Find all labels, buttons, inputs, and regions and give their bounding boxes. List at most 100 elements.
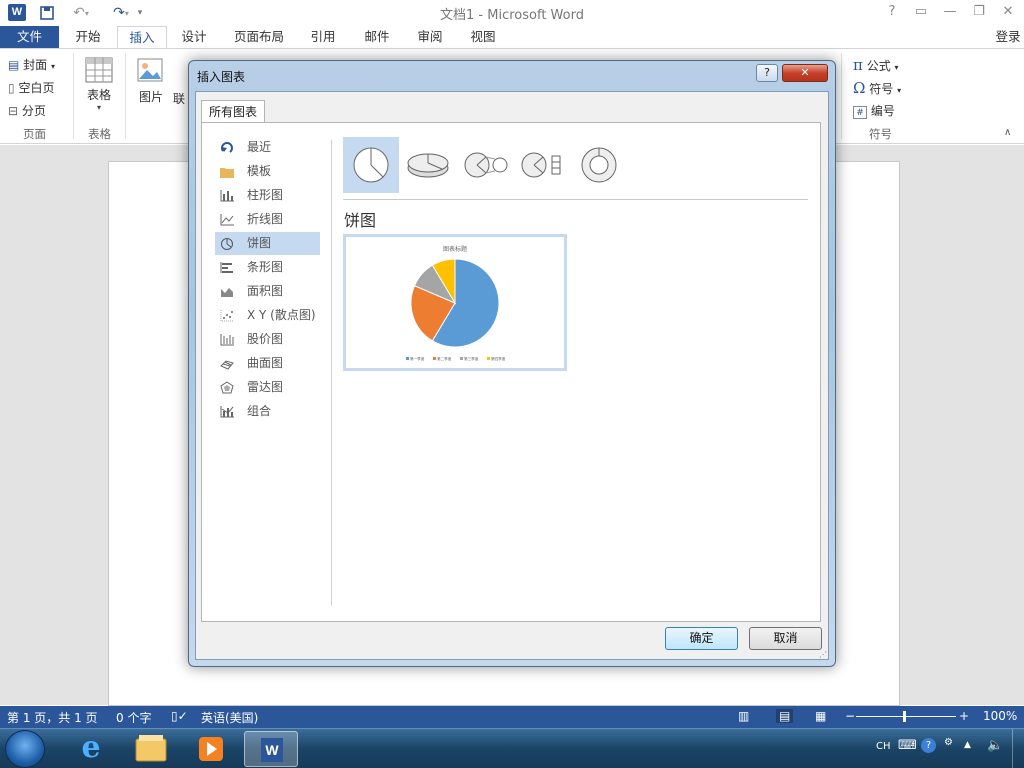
category-stock[interactable]: 股价图 xyxy=(215,328,320,351)
tab-design[interactable]: 设计 xyxy=(170,26,218,48)
dialog-close-button[interactable]: ✕ xyxy=(782,64,828,82)
minimize-button[interactable]: — xyxy=(937,2,963,22)
panel-divider xyxy=(331,140,332,606)
web-layout-icon[interactable]: ▦ xyxy=(815,709,826,723)
zoom-level[interactable]: 100% xyxy=(983,709,1017,723)
folder-icon xyxy=(220,168,234,178)
read-mode-icon[interactable]: ▥ xyxy=(738,709,749,723)
tab-review[interactable]: 审阅 xyxy=(407,26,453,48)
stock-chart-icon xyxy=(220,334,234,346)
tab-mailings[interactable]: 邮件 xyxy=(354,26,400,48)
page-break-button[interactable]: ⊟ 分页 xyxy=(8,102,46,119)
category-radar[interactable]: 雷达图 xyxy=(215,376,320,399)
subtype-pie-of-pie[interactable] xyxy=(457,137,513,193)
help-tray-icon[interactable]: ? xyxy=(921,738,936,753)
window-title: 文档1 - Microsoft Word xyxy=(440,8,584,23)
category-scatter[interactable]: X Y (散点图) xyxy=(215,304,320,327)
tab-insert[interactable]: 插入 xyxy=(117,26,167,49)
legend-swatch-4 xyxy=(487,357,490,360)
blank-page-button[interactable]: ▯ 空白页 xyxy=(8,79,54,96)
tab-all-charts[interactable]: 所有图表 xyxy=(201,100,265,123)
category-surface[interactable]: 曲面图 xyxy=(215,352,320,375)
legend-swatch-1 xyxy=(406,357,409,360)
start-button[interactable] xyxy=(5,730,45,768)
cancel-button[interactable]: 取消 xyxy=(749,627,822,650)
zoom-in-button[interactable]: + xyxy=(959,709,969,723)
equation-button[interactable]: π 公式 ▾ xyxy=(853,56,899,74)
language-indicator[interactable]: 英语(美国) xyxy=(201,709,258,726)
tab-view[interactable]: 视图 xyxy=(460,26,506,48)
show-hidden-icons[interactable]: ▲ xyxy=(964,740,971,750)
pi-icon: π xyxy=(853,56,863,74)
category-templates[interactable]: 模板 xyxy=(215,160,320,183)
category-line[interactable]: 折线图 xyxy=(215,208,320,231)
login-link[interactable]: 登录 xyxy=(992,26,1024,48)
group-divider xyxy=(73,53,74,139)
picture-icon xyxy=(137,58,163,82)
chart-preview[interactable]: 图表标题 第一季度 第二季度 第三季度 第四季度 xyxy=(343,234,567,371)
column-chart-icon xyxy=(220,190,234,202)
word-taskbar-icon: W xyxy=(261,738,283,762)
table-button[interactable]: 表格 ▾ xyxy=(82,57,116,123)
collapse-ribbon-icon[interactable]: ∧ xyxy=(1004,127,1011,138)
zoom-slider[interactable] xyxy=(856,716,956,717)
pie-chart-icon xyxy=(221,238,233,250)
category-bar[interactable]: 条形图 xyxy=(215,256,320,279)
legend-label-4: 第四季度 xyxy=(491,356,506,361)
category-area[interactable]: 面积图 xyxy=(215,280,320,303)
show-desktop-button[interactable] xyxy=(1012,729,1024,768)
symbols-group-label: 符号 xyxy=(869,127,892,141)
title-bar: W ↶ ▾ ↷ ▾ ▾ 文档1 - Microsoft Word ? ▭ — ❐ ✕ xyxy=(0,0,1024,26)
tab-home[interactable]: 开始 xyxy=(62,26,114,48)
cover-page-icon: ▤ xyxy=(8,58,20,72)
online-pictures-label[interactable]: 联 xyxy=(173,90,185,107)
tab-file[interactable]: 文件 xyxy=(0,26,59,48)
zoom-slider-thumb[interactable] xyxy=(903,711,906,722)
chart-type-title: 饼图 xyxy=(344,211,377,230)
subtype-doughnut[interactable] xyxy=(571,137,627,193)
zoom-out-button[interactable]: − xyxy=(845,709,855,723)
ime-language[interactable]: CH xyxy=(876,741,891,752)
combo-chart-icon xyxy=(220,406,234,418)
ribbon-display-options-icon[interactable]: ▭ xyxy=(908,2,934,22)
media-player-icon[interactable] xyxy=(184,731,238,767)
tab-layout[interactable]: 页面布局 xyxy=(226,26,292,48)
word-taskbar-button[interactable]: W xyxy=(244,731,298,767)
word-count[interactable]: 0 个字 xyxy=(116,709,151,726)
pictures-button[interactable]: 图片 xyxy=(134,57,168,117)
tables-group-label: 表格 xyxy=(88,127,111,141)
number-icon: # xyxy=(853,106,867,119)
print-layout-icon[interactable]: ▤ xyxy=(776,709,794,723)
dialog-help-button[interactable]: ? xyxy=(756,64,778,82)
subtype-divider xyxy=(343,199,808,200)
tab-references[interactable]: 引用 xyxy=(300,26,346,48)
ie-icon[interactable]: e xyxy=(64,731,118,767)
category-column[interactable]: 柱形图 xyxy=(215,184,320,207)
volume-icon[interactable]: 🔈 xyxy=(987,738,1003,753)
number-button[interactable]: # 编号 xyxy=(853,102,895,119)
close-window-button[interactable]: ✕ xyxy=(995,2,1021,22)
omega-icon: Ω xyxy=(853,79,866,97)
keyboard-icon[interactable]: ⌨ xyxy=(898,738,917,753)
subtype-pie[interactable] xyxy=(343,137,399,193)
ok-button[interactable]: 确定 xyxy=(665,627,738,650)
category-combo[interactable]: 组合 xyxy=(215,400,320,423)
tray-options-icon[interactable]: ⚙ xyxy=(944,737,953,748)
cover-page-button[interactable]: ▤ 封面 ▾ xyxy=(8,56,55,73)
symbol-button[interactable]: Ω 符号 ▾ xyxy=(853,79,901,97)
group-divider xyxy=(841,53,842,139)
restore-button[interactable]: ❐ xyxy=(966,2,992,22)
explorer-folder-icon[interactable] xyxy=(124,731,178,767)
proofing-icon[interactable]: ▯✓ xyxy=(171,709,188,723)
subtype-3d-pie[interactable] xyxy=(400,137,456,193)
legend-swatch-2 xyxy=(433,357,436,360)
resize-grip-icon[interactable]: ⋰ xyxy=(819,650,827,659)
legend-swatch-3 xyxy=(460,357,463,360)
help-button[interactable]: ? xyxy=(879,2,905,22)
area-chart-icon xyxy=(221,288,233,297)
category-recent[interactable]: 最近 xyxy=(215,136,320,159)
page-count[interactable]: 第 1 页，共 1 页 xyxy=(7,709,98,726)
subtype-bar-of-pie[interactable] xyxy=(514,137,570,193)
category-pie[interactable]: 饼图 xyxy=(215,232,320,255)
status-bar: 第 1 页，共 1 页 0 个字 ▯✓ 英语(美国) ▥ ▤ ▦ − + 100… xyxy=(0,706,1024,728)
